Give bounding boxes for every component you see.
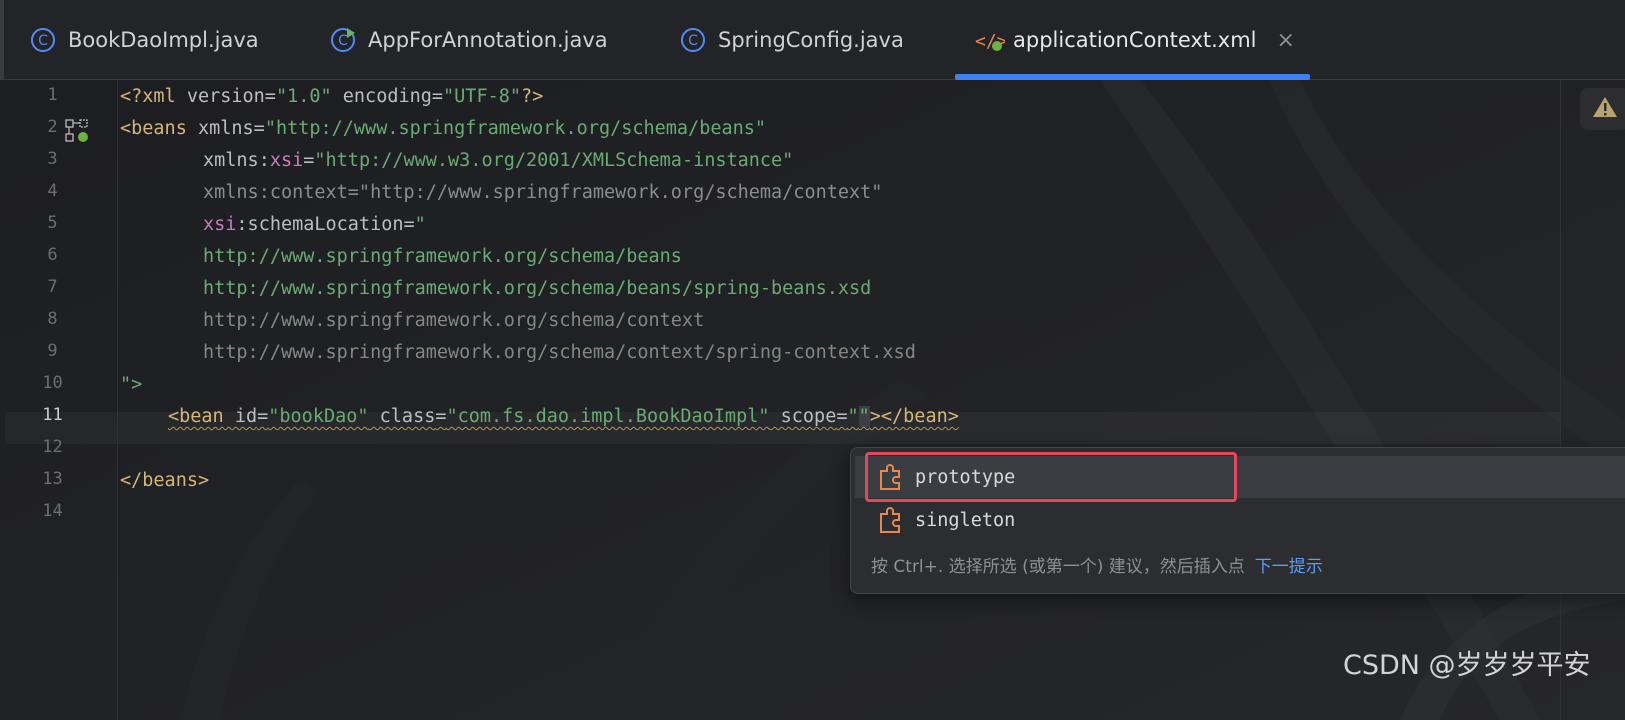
tab-bookdaoimpl[interactable]: C BookDaoImpl.java — [30, 0, 259, 80]
code-line-2: <beans xmlns="http://www.springframework… — [120, 118, 767, 139]
code-line-7: http://www.springframework.org/schema/be… — [203, 278, 872, 299]
svg-text:C: C — [338, 33, 348, 49]
code-completion-popup: prototype singleton 按 Ctrl+. 选择所选 (或第一个)… — [850, 447, 1625, 594]
code-line-3: xmlns:xsi="http://www.w3.org/2001/XMLSch… — [203, 150, 794, 171]
line-number: 9 — [47, 341, 58, 361]
line-number: 7 — [47, 277, 58, 297]
code-editor[interactable]: <?xml version="1.0" encoding="UTF-8"?> <… — [120, 80, 1560, 720]
line-number: 6 — [47, 245, 58, 265]
line-number: 13 — [42, 469, 63, 489]
spring-bean-gutter-icon[interactable] — [65, 119, 89, 147]
highlight-annotation-box — [865, 452, 1237, 502]
java-class-icon: C — [680, 27, 706, 53]
tab-label: BookDaoImpl.java — [68, 28, 259, 52]
line-number: 4 — [47, 181, 58, 201]
text-cursor: " — [858, 406, 870, 427]
line-number: 5 — [47, 213, 58, 233]
line-number-gutter: 1 2 3 4 5 6 7 8 9 10 11 12 13 14 — [5, 80, 118, 720]
line-number: 14 — [42, 501, 63, 521]
code-line-1: <?xml version="1.0" encoding="UTF-8"?> — [120, 86, 544, 107]
svg-text:C: C — [38, 33, 48, 49]
warning-icon — [1592, 95, 1618, 123]
code-line-11: <bean id="bookDao" class="com.fs.dao.imp… — [168, 406, 959, 427]
xml-spring-icon: </> — [975, 27, 1008, 53]
tab-label: SpringConfig.java — [718, 28, 904, 52]
code-line-5: xsi:schemaLocation=" — [203, 214, 426, 235]
tab-label: AppForAnnotation.java — [368, 28, 608, 52]
editor-tab-bar: C BookDaoImpl.java C AppForAnnotation.ja… — [0, 0, 1625, 80]
svg-text:C: C — [688, 33, 698, 49]
line-number: 8 — [47, 309, 58, 329]
line-number: 10 — [42, 373, 63, 393]
watermark: CSDN @岁岁岁平安 — [1343, 650, 1591, 681]
tab-label: applicationContext.xml — [1013, 28, 1257, 52]
line-number-current: 11 — [42, 405, 63, 425]
more-options-icon[interactable]: ⋮ — [1617, 551, 1625, 575]
tab-applicationcontext[interactable]: </> applicationContext.xml × — [975, 0, 1295, 80]
tab-appforannotation[interactable]: C AppForAnnotation.java — [330, 0, 608, 80]
code-line-9: http://www.springframework.org/schema/co… — [203, 342, 916, 363]
puzzle-icon — [877, 506, 905, 534]
code-line-4: xmlns:context="http://www.springframewor… — [203, 182, 883, 203]
close-tab-icon[interactable]: × — [1277, 28, 1295, 53]
line-number: 1 — [47, 85, 58, 105]
completion-item-label: singleton — [915, 509, 1016, 531]
tab-springconfig[interactable]: C SpringConfig.java — [680, 0, 904, 80]
completion-footer: 按 Ctrl+. 选择所选 (或第一个) 建议，然后插入点 下一提示 — [871, 552, 1323, 577]
code-line-10: "> — [120, 374, 143, 395]
tab-bar-edge — [0, 0, 4, 80]
code-line-13: </beans> — [120, 470, 210, 491]
java-class-run-icon: C — [330, 27, 356, 53]
code-line-6: http://www.springframework.org/schema/be… — [203, 246, 682, 267]
completion-item-singleton[interactable]: singleton — [855, 499, 1625, 541]
line-number: 3 — [47, 149, 58, 169]
editor-right-margin — [1560, 80, 1561, 720]
line-number: 12 — [42, 437, 63, 457]
next-tip-link[interactable]: 下一提示 — [1255, 557, 1323, 577]
java-class-icon: C — [30, 27, 56, 53]
completion-hint-text: 按 Ctrl+. 选择所选 (或第一个) 建议，然后插入点 — [871, 557, 1245, 577]
code-line-8: http://www.springframework.org/schema/co… — [203, 310, 705, 331]
inspection-warning-button[interactable] — [1580, 88, 1625, 130]
